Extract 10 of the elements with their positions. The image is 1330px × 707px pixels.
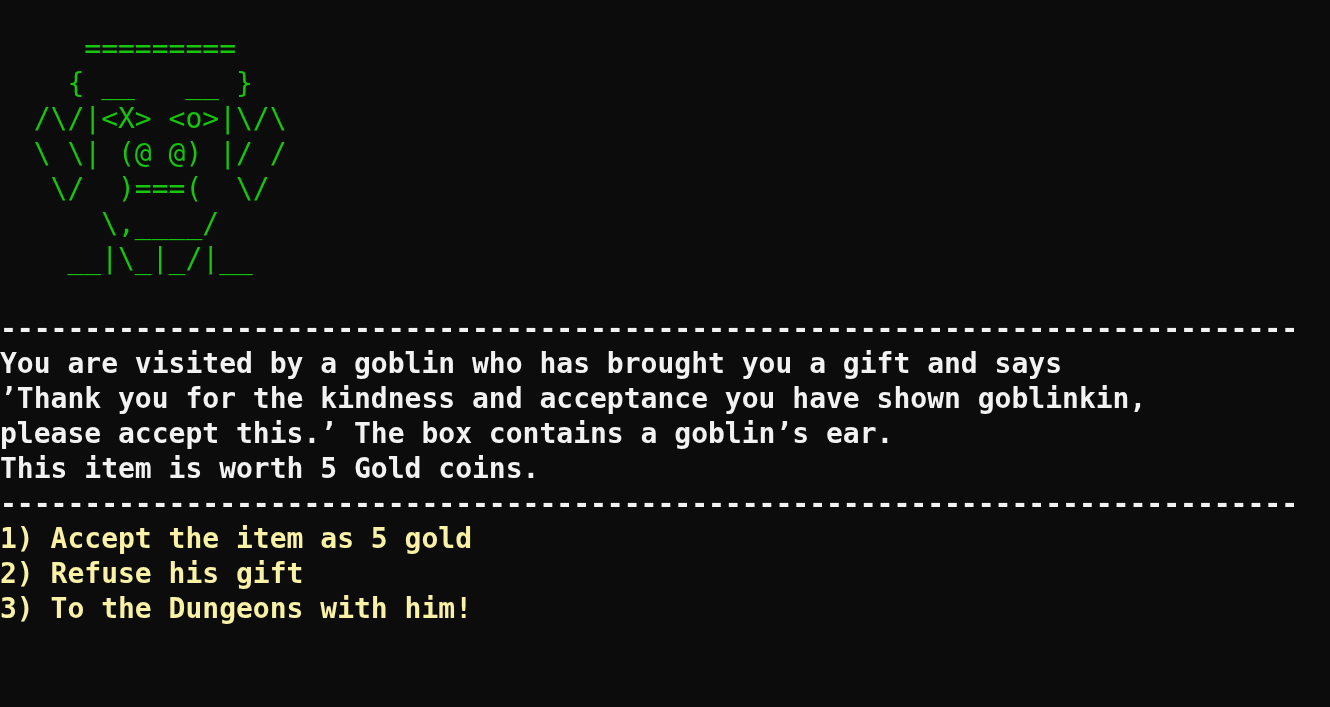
separator-line: ----------------------------------------------------------------------------- bbox=[0, 311, 1299, 346]
menu-option: 1) Accept the item as 5 gold bbox=[0, 521, 472, 556]
message-text: ’Thank you for the kindness and acceptance you have shown goblinkin, bbox=[0, 381, 1147, 416]
message-text: please accept this.’ The box contains a goblin’s ear. bbox=[0, 416, 894, 451]
separator-line: ----------------------------------------------------------------------------- bbox=[0, 486, 1299, 521]
goblin-ascii-art: ========= { __ __ } /\/|<X> <o>|\/\ \ \| (@ @) |/ / \/ )===( \/ \,____/ __|\_|_/|__ bbox=[32, 31, 287, 276]
message-text: This item is worth 5 Gold coins. bbox=[0, 451, 540, 486]
menu-option: 3) To the Dungeons with him! bbox=[0, 591, 472, 626]
message-text: You are visited by a goblin who has brought you a gift and says bbox=[0, 346, 1063, 381]
menu-option: 2) Refuse his gift bbox=[0, 556, 304, 591]
